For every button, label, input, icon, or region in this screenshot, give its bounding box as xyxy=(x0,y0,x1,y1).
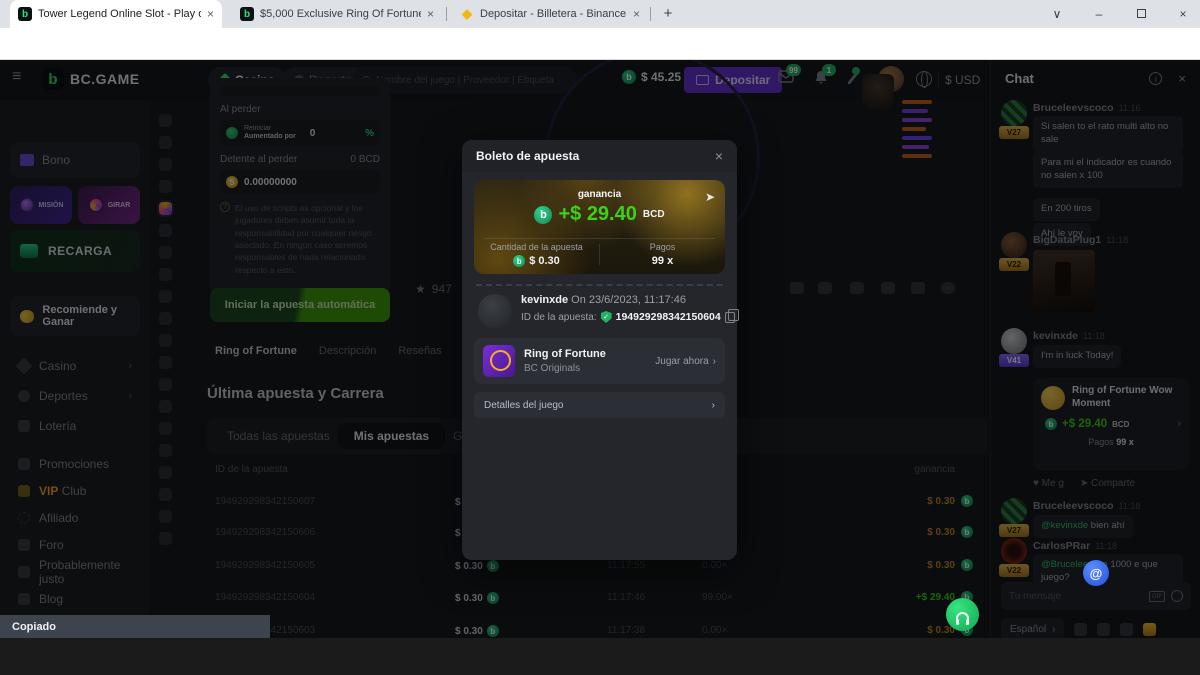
bet-date: On 23/6/2023, 11:17:46 xyxy=(571,294,686,306)
live-support-button[interactable] xyxy=(946,598,979,631)
game-row[interactable]: Ring of Fortune BC Originals Jugar ahora… xyxy=(474,338,725,384)
browser-toolbar: ← → ↻ bc.game/es/game/ring-of-fortune A … xyxy=(0,28,1200,60)
game-thumbnail xyxy=(483,345,515,377)
bet-amount-block: Cantidad de la apuesta b$ 0.30 xyxy=(474,242,599,267)
tab-separator xyxy=(446,7,447,21)
payout-block: Pagos 99 x xyxy=(600,242,725,267)
coin-icon: b xyxy=(513,255,525,267)
chevron-right-icon: › xyxy=(713,356,716,367)
tab-title: Depositar - Billetera - Binance xyxy=(480,8,627,20)
bet-id-label: ID de la apuesta: xyxy=(521,312,597,323)
bcgame-favicon: b xyxy=(18,7,32,21)
minimize-button[interactable]: – xyxy=(1082,0,1116,28)
ganancia-label: ganancia xyxy=(474,189,725,200)
share-icon[interactable]: ➤ xyxy=(705,190,715,204)
browser-tab-active[interactable]: b Tower Legend Online Slot - Play o × xyxy=(10,0,222,28)
windows-taskbar: K 19°C Soleado ∧ ESP 11:1823/06/2023 xyxy=(0,638,1200,675)
tab-close-icon[interactable]: × xyxy=(207,7,214,21)
dashed-divider xyxy=(476,284,723,286)
avatar[interactable] xyxy=(478,294,512,328)
bcgame-favicon: b xyxy=(240,7,254,21)
browser-tab[interactable]: ◆ Depositar - Billetera - Binance × xyxy=(452,0,648,28)
tab-title: Tower Legend Online Slot - Play o xyxy=(38,8,201,20)
details-label: Detalles del juego xyxy=(484,400,564,411)
close-window-button[interactable]: × xyxy=(1166,0,1200,28)
modal-header: Boleto de apuesta × xyxy=(462,140,737,172)
mention-button[interactable]: @ xyxy=(1083,560,1109,586)
copy-icon[interactable] xyxy=(725,312,735,323)
win-amount: +$ 29.40 xyxy=(558,203,636,226)
browser-tabstrip: b Tower Legend Online Slot - Play o × b … xyxy=(0,0,1200,28)
close-modal-icon[interactable]: × xyxy=(715,148,723,164)
bcd-coin-icon: b xyxy=(534,206,552,224)
browser-tab[interactable]: b $5,000 Exclusive Ring Of Fortune × xyxy=(232,0,442,28)
game-provider: BC Originals xyxy=(524,363,606,374)
binance-favicon: ◆ xyxy=(460,7,474,21)
restore-button[interactable] xyxy=(1124,0,1158,28)
play-now-link[interactable]: Jugar ahora› xyxy=(655,356,716,367)
win-card: ganancia ➤ b +$ 29.40 BCD Cantidad de la… xyxy=(474,180,725,274)
tab-close-icon[interactable]: × xyxy=(427,7,434,21)
username[interactable]: kevinxde xyxy=(521,294,568,306)
bet-user-info: kevinxde On 23/6/2023, 11:17:46 ID de la… xyxy=(478,294,735,328)
modal-title: Boleto de apuesta xyxy=(476,149,579,163)
bet-ticket-modal: Boleto de apuesta × ganancia ➤ b +$ 29.4… xyxy=(462,140,737,560)
tab-title: $5,000 Exclusive Ring Of Fortune xyxy=(260,8,421,20)
new-tab-button[interactable]: + xyxy=(658,4,678,24)
copied-toast: Copiado xyxy=(0,615,270,638)
tab-search-icon[interactable]: ∨ xyxy=(1040,0,1074,28)
bet-id-value: 194929298342150604 xyxy=(616,311,721,323)
win-currency: BCD xyxy=(643,209,665,220)
headset-icon xyxy=(956,612,969,621)
verified-shield-icon: ✓ xyxy=(601,311,612,323)
game-title: Ring of Fortune xyxy=(524,348,606,360)
game-details-row[interactable]: Detalles del juego › xyxy=(474,392,725,418)
tab-close-icon[interactable]: × xyxy=(633,7,640,21)
tab-separator xyxy=(650,7,651,21)
chevron-right-icon: › xyxy=(712,400,715,411)
